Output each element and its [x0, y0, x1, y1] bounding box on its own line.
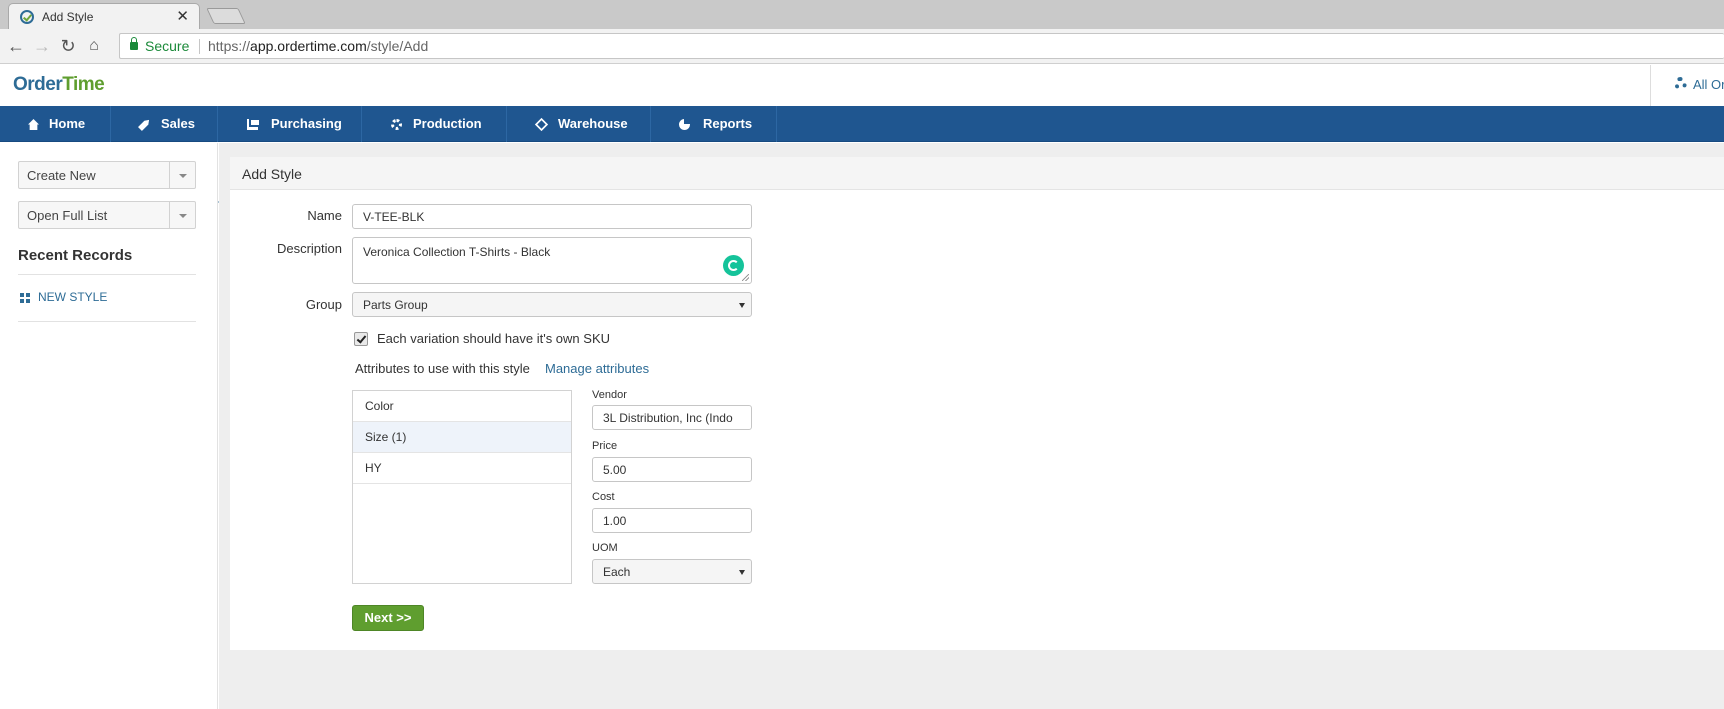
description-label: Description	[276, 241, 342, 256]
home-page-icon[interactable]: ⌂	[83, 35, 105, 57]
uom-label: UOM	[592, 542, 618, 554]
nav-home[interactable]: Home	[0, 106, 111, 142]
url-input[interactable]: Secure https://app.ordertime.com/style/A…	[119, 33, 1724, 59]
next-button[interactable]: Next >>	[352, 605, 424, 631]
secure-label: Secure	[145, 38, 190, 54]
lock-icon	[130, 37, 138, 50]
new-tab-button[interactable]	[206, 8, 246, 24]
reload-icon[interactable]: ↻	[57, 35, 79, 57]
group-selected-value: Parts Group	[363, 298, 428, 312]
company-selector-label: All Or	[1693, 77, 1724, 92]
main-nav: Home Sales Purchasing Production Warehou…	[0, 106, 1724, 142]
cost-input[interactable]: 1.00	[592, 508, 752, 533]
page-title: Add Style	[242, 166, 302, 182]
attributes-label: Attributes to use with this style	[355, 361, 530, 376]
uom-select[interactable]: Each	[592, 559, 752, 584]
omnibox-divider	[199, 39, 200, 54]
app-header: OrderTime All Or	[0, 65, 1724, 106]
nav-reports-label: Reports	[703, 116, 753, 131]
nav-warehouse[interactable]: Warehouse	[507, 106, 651, 142]
open-full-list-label: Open Full List	[27, 208, 108, 223]
price-input[interactable]: 5.00	[592, 457, 752, 482]
open-full-list-toggle[interactable]	[169, 202, 195, 228]
caret-down-icon	[179, 214, 187, 218]
cogs-icon	[391, 119, 402, 130]
browser-tab[interactable]: Add Style ✕	[8, 3, 200, 30]
gear-icon	[1674, 77, 1687, 90]
create-new-dropdown[interactable]: Create New	[18, 161, 196, 189]
name-label: Name	[307, 208, 342, 223]
nav-sales-label: Sales	[161, 116, 195, 131]
home-icon	[28, 119, 39, 130]
resize-handle-icon[interactable]	[742, 274, 749, 281]
attribute-item-size[interactable]: Size (1)	[353, 422, 571, 453]
nav-sales[interactable]: Sales	[111, 106, 218, 142]
divider	[18, 274, 196, 275]
url-text: https://app.ordertime.com/style/Add	[208, 38, 429, 54]
name-input[interactable]: V-TEE-BLK	[352, 204, 752, 229]
cube-icon	[534, 117, 549, 132]
panel-header: Add Style	[230, 157, 1724, 190]
create-new-toggle[interactable]	[169, 162, 195, 188]
dropdown-arrow-icon	[739, 570, 745, 575]
recent-record-link[interactable]: NEW STYLE	[38, 290, 107, 304]
open-full-list-dropdown[interactable]: Open Full List	[18, 201, 196, 229]
ordertime-logo[interactable]: OrderTime	[13, 74, 105, 96]
forward-arrow-icon[interactable]: →	[31, 35, 53, 57]
group-label: Group	[305, 297, 342, 312]
price-label: Price	[592, 440, 618, 452]
attribute-item-color[interactable]: Color	[353, 391, 571, 422]
uom-selected-value: Each	[603, 565, 631, 579]
dropdown-arrow-icon	[739, 303, 745, 308]
nav-home-label: Home	[49, 116, 86, 131]
attributes-list: Color Size (1) HY	[352, 390, 572, 584]
left-sidebar: Create New Open Full List Recent Records…	[0, 143, 218, 709]
description-text: Veronica Collection T-Shirts - Black	[363, 245, 551, 259]
vendor-input[interactable]: 3L Distribution, Inc (Indo	[592, 405, 752, 430]
sku-checkbox[interactable]	[354, 332, 368, 346]
nav-production-label: Production	[413, 116, 482, 131]
tag-icon	[136, 116, 153, 133]
description-textarea[interactable]: Veronica Collection T-Shirts - Black	[352, 237, 752, 284]
nav-warehouse-label: Warehouse	[558, 116, 628, 131]
caret-down-icon	[179, 174, 187, 178]
nav-reports[interactable]: Reports	[651, 106, 777, 142]
grammarly-icon[interactable]	[723, 255, 744, 276]
close-tab-icon[interactable]: ✕	[176, 7, 189, 25]
company-selector[interactable]: All Or	[1650, 65, 1724, 106]
pie-chart-icon	[679, 119, 690, 130]
browser-tab-strip: Add Style ✕	[0, 0, 1724, 30]
recent-records-heading: Recent Records	[18, 247, 133, 264]
divider	[18, 321, 196, 322]
cost-label: Cost	[592, 491, 615, 503]
cart-icon	[247, 119, 259, 130]
nav-purchasing[interactable]: Purchasing	[218, 106, 362, 142]
vendor-label: Vendor	[592, 389, 627, 401]
attribute-item-hy[interactable]: HY	[353, 453, 571, 484]
nav-production[interactable]: Production	[362, 106, 507, 142]
manage-attributes-link[interactable]: Manage attributes	[545, 361, 649, 376]
tab-title: Add Style	[42, 10, 94, 24]
sku-checkbox-label: Each variation should have it's own SKU	[377, 331, 610, 346]
create-new-label: Create New	[27, 168, 96, 183]
group-select[interactable]: Parts Group	[352, 292, 752, 317]
grid-icon	[20, 293, 30, 303]
nav-purchasing-label: Purchasing	[271, 116, 342, 131]
back-arrow-icon[interactable]: ←	[5, 35, 27, 57]
ordertime-favicon-icon	[20, 10, 34, 24]
address-bar: ← → ↻ ⌂ Secure https://app.ordertime.com…	[0, 29, 1724, 64]
